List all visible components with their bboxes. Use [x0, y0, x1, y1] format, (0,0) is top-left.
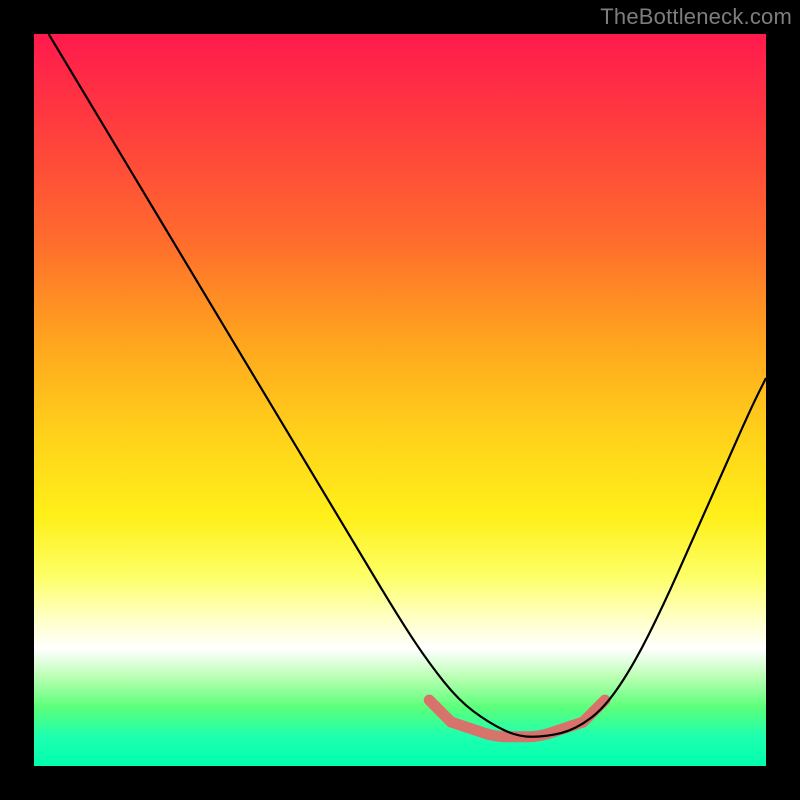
chart-frame: TheBottleneck.com	[0, 0, 800, 800]
plot-area	[34, 34, 766, 766]
watermark-text: TheBottleneck.com	[600, 4, 792, 30]
main-curve	[49, 34, 766, 737]
highlight-right-cap	[583, 700, 605, 722]
chart-svg	[34, 34, 766, 766]
